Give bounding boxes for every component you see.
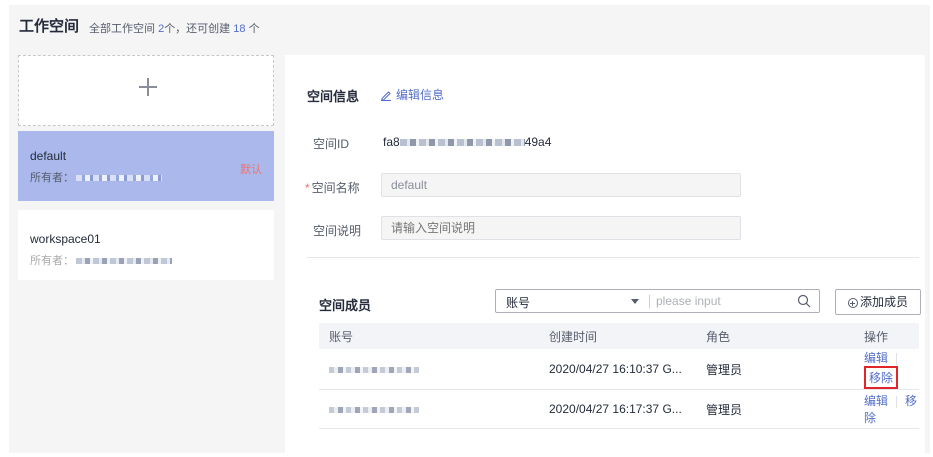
summary-mid: 个，还可创建 [164,23,231,35]
space-id-suffix: 49a4 [524,135,552,149]
add-member-label: 添加成员 [859,295,908,309]
workspace-name: workspace01 [30,232,101,246]
member-search-input[interactable] [656,292,786,310]
table-row: 2020/04/27 16:10:37 G... 管理员 编辑移除 [319,349,919,390]
members-table: 账号 创建时间 角色 操作 2020/04/27 16:10:37 G... 管… [319,323,919,429]
add-circle-icon [847,298,858,308]
default-badge: 默认 [240,164,262,176]
action-separator [896,352,898,365]
space-id-prefix: fa8 [383,135,400,149]
workspace-summary: 全部工作空间 2个，还可创建 18 个 [89,20,260,36]
required-mark: * [305,181,310,195]
owner-label: 所有者： [30,172,74,184]
column-header-created: 创建时间 [539,323,696,349]
remove-member-link[interactable]: 移除 [869,371,893,385]
space-id-label: 空间ID [313,137,350,151]
member-search-box: 账号 [495,289,820,313]
workspace-name: default [30,149,67,163]
space-name-label-text: 空间名称 [311,181,360,195]
workspace-owner: 所有者： [30,169,162,185]
account-cell [319,349,539,390]
column-header-role: 角色 [696,323,854,349]
edit-info-label: 编辑信息 [396,88,445,102]
members-section-title: 空间成员 [319,298,372,313]
role-cell: 管理员 [696,349,854,390]
search-icon[interactable] [797,294,811,308]
workspace-detail-panel: 空间信息 编辑信息 空间ID fa8 49a4 *空间名称 空间说明 空间成员 账… [285,55,925,453]
remove-highlight-box: 移除 [864,366,899,389]
table-header-row: 账号 创建时间 角色 操作 [319,323,919,349]
summary-prefix: 全部工作空间 [89,23,155,35]
space-name-label: * 空间名称 [305,179,360,196]
column-header-actions: 操作 [854,323,919,349]
workspace-card-default[interactable]: default 所有者： 默认 [18,131,274,201]
plus-icon [139,78,157,96]
section-divider [307,257,919,258]
add-workspace-card[interactable] [18,55,274,126]
workspace-owner: 所有者： [30,252,172,268]
summary-suffix: 个 [248,23,260,35]
space-desc-field[interactable] [381,216,741,240]
created-cell: 2020/04/27 16:10:37 G... [539,349,696,390]
account-cell [319,389,539,429]
account-masked [329,406,419,413]
edit-member-link[interactable]: 编辑 [864,351,888,365]
created-cell: 2020/04/27 16:17:37 G... [539,389,696,429]
table-row: 2020/04/27 16:17:37 G... 管理员 编辑 移除 [319,389,919,429]
action-separator [896,395,898,408]
info-section-title: 空间信息 [307,89,360,104]
role-cell: 管理员 [696,389,854,429]
workspace-remaining: 18 [233,23,246,35]
actions-cell: 编辑移除 [854,389,919,429]
search-separator [649,295,650,308]
edit-icon [381,91,391,101]
edit-member-link[interactable]: 编辑 [864,394,888,408]
workspace-page: 工作空间 全部工作空间 2个，还可创建 18 个 default 所有者： 默认… [9,5,930,453]
column-header-account: 账号 [319,323,539,349]
owner-masked [76,258,172,265]
add-member-button[interactable]: 添加成员 [835,289,921,315]
space-id-value: fa8 49a4 [383,135,551,149]
edit-info-link[interactable]: 编辑信息 [380,86,444,103]
workspace-card-workspace01[interactable]: workspace01 所有者： [18,210,274,280]
page-title: 工作空间 [19,18,80,35]
owner-label: 所有者： [30,255,74,267]
account-masked [329,366,419,373]
space-name-field[interactable] [381,173,741,197]
space-id-masked [399,139,525,147]
caret-down-icon[interactable] [631,299,639,304]
filter-select[interactable]: 账号 [506,294,530,311]
owner-masked [76,175,162,182]
page-header: 工作空间 全部工作空间 2个，还可创建 18 个 [9,5,930,45]
actions-cell: 编辑移除 [854,349,919,390]
space-desc-label: 空间说明 [313,224,362,238]
